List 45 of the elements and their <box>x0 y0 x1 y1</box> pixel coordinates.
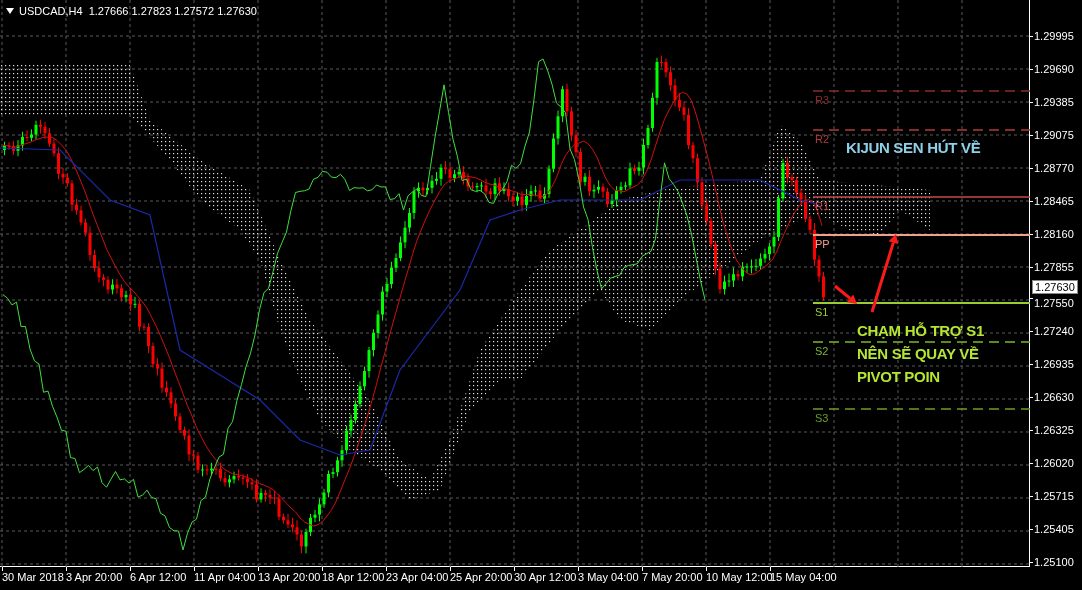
time-label: 30 Mar 2018 <box>2 571 64 583</box>
price-label: 1.29995 <box>1034 30 1074 42</box>
time-label: 18 Apr 12:00 <box>322 571 385 583</box>
time-label: 13 Apr 20:00 <box>258 571 321 583</box>
pivot-label: S2 <box>815 345 829 357</box>
chart-annotation: NÊN SẼ QUAY VỀ <box>857 345 980 363</box>
time-label: 3 May 04:00 <box>578 571 639 583</box>
chart-annotation: CHẠM HỖ TRỢ S1 <box>857 322 984 340</box>
time-label: 15 May 04:00 <box>770 571 837 583</box>
price-label: 1.27240 <box>1034 325 1074 337</box>
chart-annotation: PIVOT POIN <box>857 368 941 386</box>
time-label: 3 Apr 20:00 <box>66 571 123 583</box>
time-label: 10 May 12:00 <box>706 571 773 583</box>
pivot-label: PP <box>815 238 830 250</box>
price-label: 1.25405 <box>1034 523 1074 535</box>
arrow <box>834 284 857 304</box>
chart-symbol-quote: USDCAD,H4 1.27666 1.27823 1.27572 1.27630 <box>19 5 257 17</box>
price-label: 1.25715 <box>1034 490 1074 502</box>
price-label: 1.26020 <box>1034 457 1074 469</box>
price-label: 1.26935 <box>1034 358 1074 370</box>
price-label: 1.28160 <box>1034 228 1074 240</box>
time-label: 6 Apr 12:00 <box>130 571 187 583</box>
price-label: 1.29690 <box>1034 63 1074 75</box>
current-price-tag: 1.27630 <box>1032 280 1078 294</box>
time-label: 23 Apr 04:00 <box>386 571 449 583</box>
price-label: 1.25100 <box>1034 556 1074 568</box>
price-label: 1.26325 <box>1034 424 1074 436</box>
pivot-label: S1 <box>815 306 829 318</box>
price-label: 1.28770 <box>1034 162 1074 174</box>
price-label: 1.29075 <box>1034 129 1074 141</box>
pivot-label: R2 <box>815 133 830 145</box>
pivot-label: R1 <box>815 200 830 212</box>
pivot-label: S3 <box>815 412 829 424</box>
caret-icon[interactable] <box>6 8 14 14</box>
price-label: 1.29385 <box>1034 96 1074 108</box>
price-label: 1.28465 <box>1034 195 1074 207</box>
time-label: 7 May 20:00 <box>642 571 703 583</box>
price-label: 1.27855 <box>1034 261 1074 273</box>
price-label: 1.26630 <box>1034 391 1074 403</box>
pivot-label: R3 <box>815 94 830 106</box>
time-label: 25 Apr 20:00 <box>450 571 513 583</box>
time-label: 11 Apr 04:00 <box>194 571 256 583</box>
price-label: 1.27550 <box>1034 297 1074 309</box>
time-label: 30 Apr 12:00 <box>514 571 577 583</box>
chart-annotation: KIJUN SEN HÚT VỀ <box>846 139 981 157</box>
